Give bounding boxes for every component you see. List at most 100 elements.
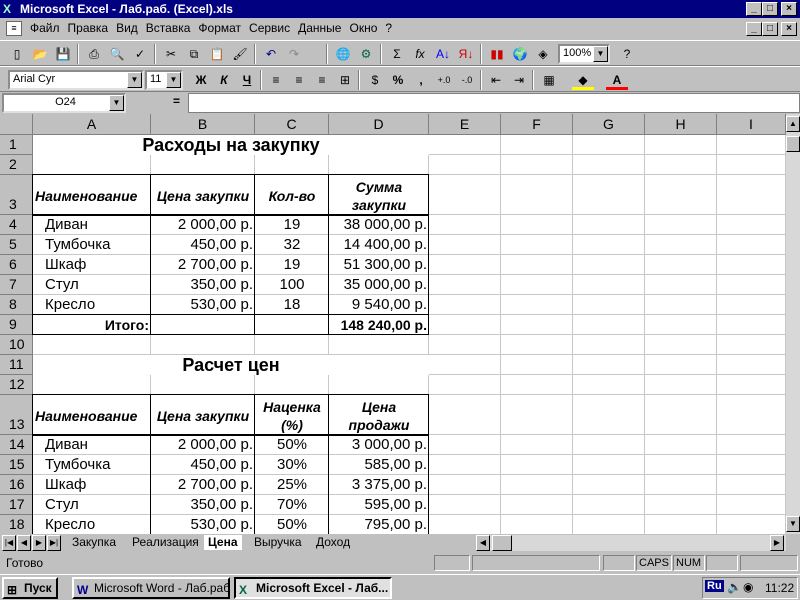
chevron-down-icon[interactable]: ▼ [166, 72, 181, 88]
language-indicator[interactable]: Ru [705, 580, 724, 592]
column-header-h[interactable]: H [645, 114, 717, 135]
increase-indent-icon[interactable]: ⇥ [508, 70, 530, 90]
tab-dokhod[interactable]: Доход [312, 535, 354, 550]
column-header-i[interactable]: I [717, 114, 786, 135]
tab-vyruchka[interactable]: Выручка [250, 535, 306, 550]
doc-restore-button[interactable]: □ [762, 22, 778, 36]
copy-icon[interactable]: ⧉ [183, 44, 205, 64]
formula-input[interactable] [188, 93, 800, 113]
hscroll-thumb[interactable] [492, 535, 512, 551]
column-header-d[interactable]: D [329, 114, 429, 135]
row-header-18[interactable]: 18 [0, 515, 33, 534]
menu-insert[interactable]: Вставка [142, 18, 195, 39]
function-icon[interactable]: fx [409, 44, 431, 64]
table1-item-sum[interactable]: 14 400,00 р. [329, 235, 429, 255]
formula-equals-button[interactable]: = [173, 94, 180, 108]
close-button[interactable]: × [781, 2, 797, 16]
underline-button[interactable]: Ч [236, 70, 258, 90]
menu-window[interactable]: Окно [345, 18, 381, 39]
row-header-16[interactable]: 16 [0, 475, 33, 495]
sort-descending-icon[interactable]: Я↓ [455, 44, 477, 64]
percent-button[interactable]: % [387, 70, 409, 90]
document-icon[interactable]: ≡ [6, 21, 22, 36]
paste-icon[interactable]: 📋 [206, 44, 228, 64]
table2-item-qty[interactable]: 50% [255, 435, 329, 455]
next-sheet-icon[interactable]: ▶ [32, 535, 46, 551]
hyperlink-icon[interactable]: 🌐 [332, 44, 354, 64]
table2-item-name[interactable]: Тумбочка [33, 455, 151, 475]
column-header-b[interactable]: B [151, 114, 255, 135]
row-header-2[interactable]: 2 [0, 155, 33, 175]
menu-data[interactable]: Данные [294, 18, 345, 39]
tab-zakupka[interactable]: Закупка [68, 535, 120, 550]
decrease-indent-icon[interactable]: ⇤ [485, 70, 507, 90]
task-excel[interactable]: X Microsoft Excel - Лаб... [234, 577, 392, 599]
map-icon[interactable]: 🌍 [509, 44, 531, 64]
row-header-8[interactable]: 8 [0, 295, 33, 315]
zoom-combo[interactable]: 100% ▼ [558, 44, 610, 64]
last-sheet-icon[interactable]: ▶| [47, 535, 61, 551]
format-painter-icon[interactable]: 🖌 [229, 44, 251, 64]
tab-tsena-active[interactable]: Цена [204, 535, 242, 550]
font-color-icon[interactable]: A [606, 70, 628, 90]
row-header-5[interactable]: 5 [0, 235, 33, 255]
table1-item-qty[interactable]: 18 [255, 295, 329, 315]
menu-file[interactable]: Файл [26, 18, 64, 39]
column-header-e[interactable]: E [429, 114, 501, 135]
prev-sheet-icon[interactable]: ◀ [17, 535, 31, 551]
tray-app-icon[interactable]: ◉ [743, 580, 753, 594]
chevron-down-icon[interactable]: ▼ [109, 95, 124, 111]
name-box[interactable]: O24 ▼ [2, 93, 126, 113]
table1-item-name[interactable]: Диван [33, 215, 151, 235]
column-header-c[interactable]: C [255, 114, 329, 135]
column-header-f[interactable]: F [501, 114, 573, 135]
sort-ascending-icon[interactable]: A↓ [432, 44, 454, 64]
menu-view[interactable]: Вид [112, 18, 142, 39]
row-header-14[interactable]: 14 [0, 435, 33, 455]
bold-button[interactable]: Ж [190, 70, 212, 90]
font-size-combo[interactable]: 11 ▼ [145, 70, 183, 90]
menu-format[interactable]: Формат [194, 18, 245, 39]
vertical-scrollbar[interactable]: ▲ ▼ [786, 114, 800, 534]
chart-wizard-icon[interactable]: ▮▮ [486, 44, 508, 64]
table2-item-name[interactable]: Шкаф [33, 475, 151, 495]
table2-item-price[interactable]: 2 700,00 р. [151, 475, 255, 495]
row-header-15[interactable]: 15 [0, 455, 33, 475]
scroll-down-icon[interactable]: ▼ [786, 516, 800, 532]
table2-header-1[interactable]: Цена закупки [151, 395, 255, 435]
table2-item-qty[interactable]: 30% [255, 455, 329, 475]
excel-app-icon[interactable]: X [3, 2, 17, 16]
table1-title[interactable]: Расходы на закупку [33, 135, 429, 155]
table1-header-0[interactable]: Наименование [33, 175, 151, 215]
table2-item-sum[interactable]: 3 375,00 р. [329, 475, 429, 495]
scroll-right-icon[interactable]: ▶ [770, 535, 784, 551]
save-icon[interactable]: 💾 [52, 44, 74, 64]
table1-header-3[interactable]: Сумма закупки [329, 175, 429, 215]
table1-item-name[interactable]: Шкаф [33, 255, 151, 275]
table1-header-2[interactable]: Кол-во [255, 175, 329, 215]
table1-item-price[interactable]: 530,00 р. [151, 295, 255, 315]
column-header-a[interactable]: A [33, 114, 151, 135]
align-right-icon[interactable]: ≡ [311, 70, 333, 90]
row-header-11[interactable]: 11 [0, 355, 33, 375]
table2-item-name[interactable]: Стул [33, 495, 151, 515]
table2-item-price[interactable]: 2 000,00 р. [151, 435, 255, 455]
currency-icon[interactable]: $ [364, 70, 386, 90]
row-header-6[interactable]: 6 [0, 255, 33, 275]
align-center-icon[interactable]: ≡ [288, 70, 310, 90]
table1-item-qty[interactable]: 19 [255, 215, 329, 235]
task-word[interactable]: W Microsoft Word - Лаб.раб... [72, 577, 230, 599]
table1-item-price[interactable]: 2 700,00 р. [151, 255, 255, 275]
scroll-thumb[interactable] [786, 136, 800, 152]
open-icon[interactable]: 📂 [29, 44, 51, 64]
total-label[interactable]: Итого: [33, 315, 151, 335]
table1-item-price[interactable]: 2 000,00 р. [151, 215, 255, 235]
table2-item-qty[interactable]: 25% [255, 475, 329, 495]
spelling-icon[interactable]: ✓ [129, 44, 151, 64]
table1-item-name[interactable]: Стул [33, 275, 151, 295]
merge-center-icon[interactable]: ⊞ [334, 70, 356, 90]
menu-help[interactable]: ? [381, 18, 396, 39]
menu-edit[interactable]: Правка [64, 18, 113, 39]
select-all-corner[interactable] [0, 114, 33, 135]
table2-item-price[interactable]: 530,00 р. [151, 515, 255, 534]
